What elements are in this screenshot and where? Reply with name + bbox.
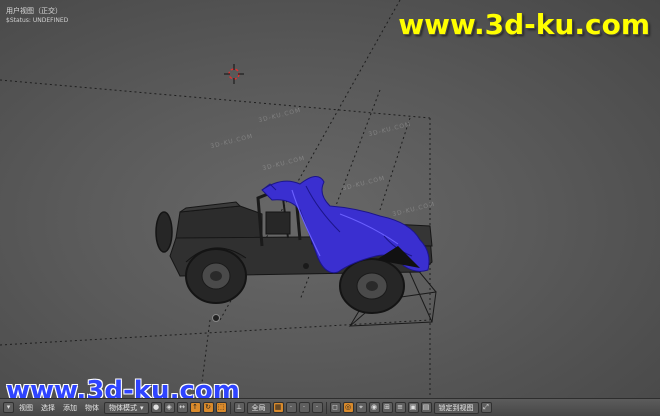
viewport-header: ▾ 视图 选择 添加 物体 物体模式 ▾ ● ◈ ↔ ↑ ↻ ⬚ ⟂ 全局 ▦ … — [0, 398, 660, 416]
transform-orientation-icon[interactable]: ⟂ — [233, 402, 245, 413]
render-icon[interactable]: ▣ — [407, 402, 419, 413]
manipulator-icon[interactable]: ↔ — [176, 402, 188, 413]
3d-cursor-icon[interactable] — [224, 64, 244, 84]
mode-select-label: 物体模式 — [109, 403, 137, 412]
menu-object[interactable]: 物体 — [82, 402, 102, 414]
origin-marker-icon[interactable] — [212, 314, 220, 322]
watermark-top: www.3d-ku.com — [398, 8, 650, 41]
menu-view[interactable]: 视图 — [16, 402, 36, 414]
shading-icon[interactable]: ● — [150, 402, 162, 413]
watermark-bottom: www.3d-ku.com — [6, 376, 240, 398]
layers-icon[interactable]: ▦ — [272, 402, 284, 413]
lock-view-toggle[interactable]: 锁定到视图 — [433, 401, 479, 414]
lock-view-label: 锁定到视图 — [438, 403, 474, 412]
scale-icon[interactable]: ⬚ — [215, 402, 227, 413]
layer-slot-icon[interactable]: · — [285, 402, 297, 413]
jeep-spare-wheel — [155, 211, 173, 253]
object-mode-icon[interactable]: ◻ — [329, 402, 341, 413]
viewport-title: 用户视图（正交） — [6, 7, 62, 15]
pivot-icon[interactable]: ◈ — [163, 402, 175, 413]
jeep-front-wheel — [339, 258, 405, 314]
snap-project-icon[interactable]: ≡ — [394, 402, 406, 413]
jeep-rear-wheel — [185, 248, 247, 304]
snap-icon[interactable]: ⌖ — [355, 402, 367, 413]
translate-icon[interactable]: ↑ — [189, 402, 201, 413]
viewport-status: $Status: UNDEFINED — [6, 17, 69, 24]
fullscreen-icon[interactable]: ⤢ — [480, 402, 492, 413]
divider — [229, 401, 231, 414]
mode-select[interactable]: 物体模式 ▾ — [104, 401, 149, 414]
layer-slot-icon[interactable]: · — [311, 402, 323, 413]
scene-canvas[interactable] — [0, 0, 660, 398]
menu-select[interactable]: 选择 — [38, 402, 58, 414]
divider — [325, 401, 327, 414]
render-animation-icon[interactable]: ▤ — [420, 402, 432, 413]
3d-viewport[interactable]: 用户视图（正交） $Status: UNDEFINED 3D-KU.COM 3D… — [0, 0, 660, 398]
orientation-select[interactable]: 全局 — [246, 401, 271, 414]
chevron-down-icon: ▾ — [140, 403, 144, 412]
snap-align-icon[interactable]: ⊞ — [381, 402, 393, 413]
orientation-select-label: 全局 — [251, 403, 266, 412]
snap-target-icon[interactable]: ◉ — [368, 402, 380, 413]
proportional-edit-icon[interactable]: ◎ — [342, 402, 354, 413]
rotate-icon[interactable]: ↻ — [202, 402, 214, 413]
editor-type-icon[interactable]: ▾ — [3, 402, 14, 413]
layer-slot-icon[interactable]: · — [298, 402, 310, 413]
camera-frustum-lines — [0, 0, 431, 398]
menu-add[interactable]: 添加 — [60, 402, 80, 414]
